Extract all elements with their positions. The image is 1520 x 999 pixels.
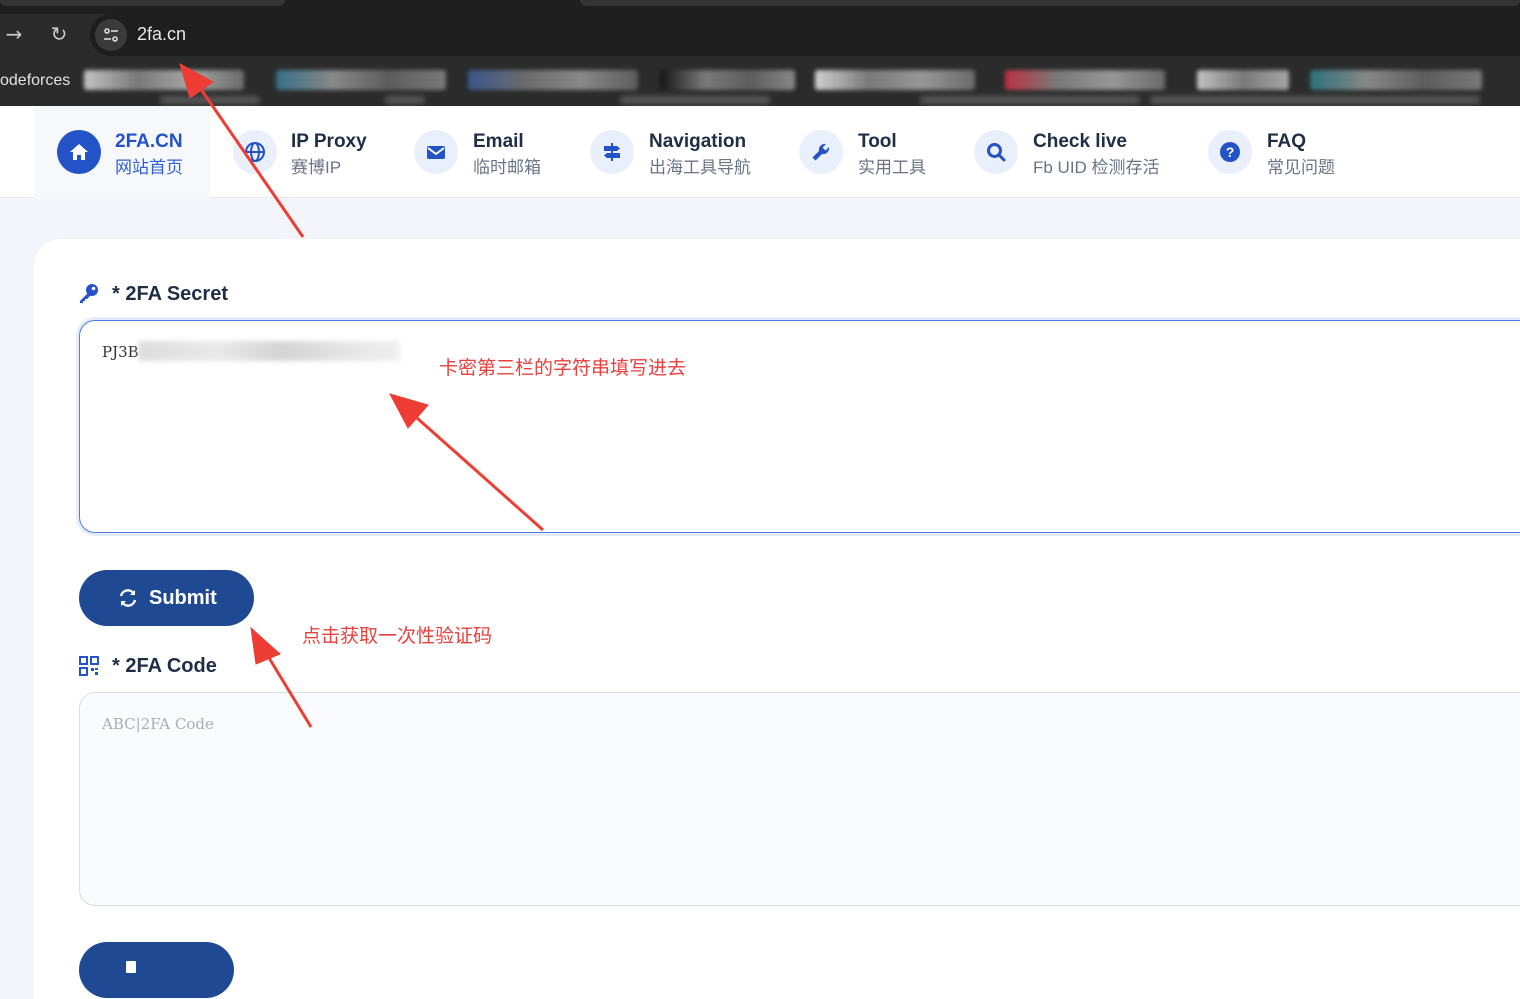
nav-subtitle: 网站首页 [115, 158, 183, 177]
nav-subtitle: 赛博IP [291, 158, 342, 177]
nav-faq[interactable]: ? FAQ 常见问题 [1206, 106, 1356, 198]
blur-artifact [1150, 96, 1480, 104]
nav-subtitle: Fb UID 检测存活 [1033, 158, 1160, 177]
qrcode-icon [79, 656, 99, 681]
redacted-blur [138, 341, 400, 361]
bookmark-item[interactable] [276, 70, 446, 90]
bookmark-item[interactable] [1197, 70, 1289, 90]
browser-tab[interactable] [580, 0, 1520, 6]
browser-toolbar: → ↻ 2fa.cn [0, 0, 1520, 56]
envelope-icon [414, 130, 458, 174]
nav-subtitle: 出海工具导航 [649, 158, 751, 177]
bookmark-item[interactable] [1310, 70, 1482, 90]
copy-icon [126, 961, 136, 973]
secret-value: PJ3B [102, 343, 139, 361]
submit-label: Submit [149, 587, 217, 609]
nav-title: Tool [858, 131, 897, 152]
nav-email[interactable]: Email 临时邮箱 [412, 106, 562, 198]
search-icon [974, 130, 1018, 174]
question-icon: ? [1208, 130, 1252, 174]
bookmark-item[interactable] [1005, 70, 1165, 90]
nav-tool[interactable]: Tool 实用工具 [797, 106, 947, 198]
nav-title: Check live [1033, 131, 1127, 152]
nav-title: 2FA.CN [115, 131, 183, 152]
copy-button[interactable] [79, 942, 234, 998]
secret-label: * 2FA Secret [112, 283, 228, 305]
blur-artifact [920, 96, 1140, 104]
nav-ip-proxy[interactable]: IP Proxy 赛博IP [230, 106, 380, 198]
blur-artifact [385, 96, 425, 104]
signpost-icon [590, 130, 634, 174]
key-icon [78, 282, 100, 309]
address-bar[interactable] [90, 14, 1520, 56]
wrench-icon [799, 130, 843, 174]
site-nav: 2FA.CN 网站首页 IP Proxy 赛博IP Email 临时邮箱 Nav… [0, 106, 1520, 198]
tab-strip [0, 0, 1520, 14]
nav-subtitle: 常见问题 [1267, 158, 1335, 177]
bookmark-item[interactable] [468, 70, 638, 90]
nav-subtitle: 实用工具 [858, 158, 926, 177]
nav-check-live[interactable]: Check live Fb UID 检测存活 [972, 106, 1172, 198]
code-placeholder: ABC|2FA Code [102, 715, 214, 733]
submit-button[interactable]: Submit [79, 570, 254, 626]
bookmark-item[interactable] [84, 70, 244, 90]
home-icon [57, 130, 101, 174]
forward-arrow-icon[interactable]: → [2, 22, 26, 46]
url-text[interactable]: 2fa.cn [137, 24, 186, 45]
bookmark-item[interactable] [815, 70, 975, 90]
annotation-submit-hint: 点击获取一次性验证码 [302, 626, 493, 647]
nav-home[interactable]: 2FA.CN 网站首页 [34, 106, 210, 198]
nav-subtitle: 临时邮箱 [473, 158, 541, 177]
bookmarks-bar: odeforces [0, 56, 1520, 106]
site-settings-icon[interactable] [95, 19, 127, 51]
blur-artifact [620, 96, 770, 104]
refresh-icon [119, 589, 137, 607]
nav-title: Email [473, 131, 524, 152]
code-label: * 2FA Code [112, 655, 217, 677]
nav-navigation[interactable]: Navigation 出海工具导航 [588, 106, 768, 198]
annotation-secret-hint: 卡密第三栏的字符串填写进去 [439, 358, 687, 379]
nav-title: Navigation [649, 131, 747, 152]
nav-title: IP Proxy [291, 131, 367, 152]
nav-title: FAQ [1267, 131, 1307, 152]
browser-tab[interactable] [0, 0, 285, 6]
bookmark-item[interactable] [660, 70, 795, 90]
code-textarea[interactable]: ABC|2FA Code [79, 692, 1520, 906]
secret-textarea[interactable]: PJ3B [79, 320, 1520, 533]
bookmark-item[interactable]: odeforces [0, 72, 70, 90]
svg-text:?: ? [1226, 144, 1235, 160]
globe-icon [233, 130, 277, 174]
blur-artifact [160, 96, 260, 104]
reload-icon[interactable]: ↻ [47, 22, 71, 46]
